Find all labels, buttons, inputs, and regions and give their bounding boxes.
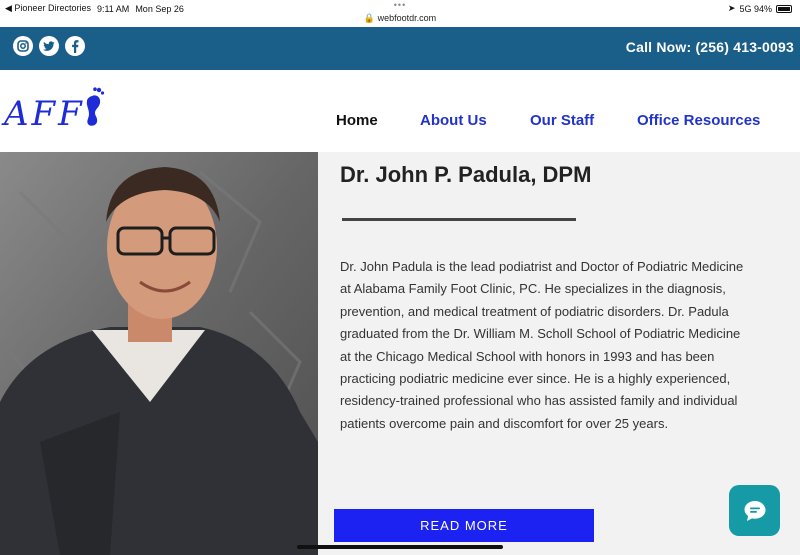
social-links (13, 36, 85, 56)
nav-office-resources[interactable]: Office Resources (637, 112, 760, 129)
address-bar[interactable]: 🔒 webfootdr.com (0, 13, 800, 24)
profile-panel: Dr. John P. Padula, DPM Dr. John Padula … (318, 152, 800, 555)
site-header: AFF Home About Us Our Staff Office Resou… (0, 70, 800, 152)
battery-icon (776, 4, 792, 13)
nav-home[interactable]: Home (336, 112, 378, 129)
location-icon: ➤ (727, 3, 736, 13)
facebook-icon[interactable] (65, 36, 85, 56)
footprint-icon (86, 87, 104, 126)
nav-our-staff[interactable]: Our Staff (530, 112, 594, 129)
doctor-bio: Dr. John Padula is the lead podiatrist a… (340, 259, 744, 431)
ios-status-bar: ◀ Pioneer Directories 9:11 AM Mon Sep 26… (0, 0, 800, 27)
signal-text: 5G 94% (739, 3, 772, 14)
status-right: ➤ 5G 94% (728, 3, 792, 14)
chat-bubble-icon (744, 500, 765, 521)
twitter-icon[interactable] (39, 36, 59, 56)
nav-about-us[interactable]: About Us (420, 112, 487, 129)
instagram-icon[interactable] (13, 36, 33, 56)
call-now-link[interactable]: Call Now: (256) 413-0093 (626, 39, 794, 55)
divider (342, 218, 576, 221)
read-more-button[interactable]: READ MORE (334, 509, 594, 542)
chat-widget-button[interactable] (729, 485, 780, 536)
doctor-name: Dr. John P. Padula, DPM (340, 162, 592, 187)
home-indicator[interactable] (297, 545, 503, 549)
doctor-photo (0, 152, 318, 555)
site-logo[interactable]: AFF (4, 86, 105, 134)
top-contact-bar: Call Now: (256) 413-0093 (0, 27, 800, 70)
logo-text: AFF (4, 94, 85, 134)
tab-dots[interactable]: ••• (0, 0, 800, 10)
